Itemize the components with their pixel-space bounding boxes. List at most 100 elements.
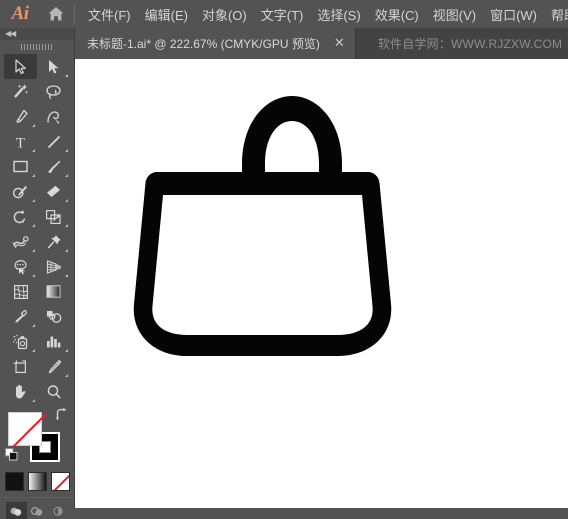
tool-direct-selection[interactable]: [37, 54, 70, 79]
home-icon[interactable]: [40, 0, 72, 28]
width-warp-icon: [12, 235, 29, 248]
eraser-icon: [47, 185, 60, 197]
artboard-icon: [13, 359, 26, 373]
tool-expand-corner-icon: [32, 149, 35, 152]
draw-mode-inside[interactable]: [48, 502, 69, 519]
menu-object[interactable]: 对象(O): [195, 1, 254, 28]
blend-icon: [46, 311, 61, 323]
tool-symbol-sprayer[interactable]: [4, 329, 37, 354]
type-icon: T: [16, 135, 25, 150]
tool-gradient[interactable]: [37, 279, 70, 304]
color-mode-color[interactable]: [4, 472, 24, 491]
tool-line[interactable]: [37, 129, 70, 154]
fill-none-slash-icon: [13, 413, 47, 447]
lasso-icon: [46, 84, 61, 99]
document-tab-bar: 未标题-1.ai* @ 222.67% (CMYK/GPU 预览) ✕ 软件自学…: [75, 28, 568, 59]
rotate-icon: [13, 209, 26, 223]
menu-bar: Ai 文件(F) 编辑(E) 对象(O) 文字(T) 选择(S) 效果(C) 视…: [0, 0, 568, 28]
tool-rotate[interactable]: [4, 204, 37, 229]
tool-expand-corner-icon: [65, 349, 68, 352]
tool-shaper[interactable]: [4, 179, 37, 204]
tool-expand-corner-icon: [65, 374, 68, 377]
panel-collapse-bar[interactable]: ◀◀: [0, 28, 74, 40]
illustrator-logo: Ai: [11, 3, 29, 24]
menu-select[interactable]: 选择(S): [310, 1, 367, 28]
tool-blend[interactable]: [37, 304, 70, 329]
tool-expand-corner-icon: [32, 174, 35, 177]
magic-wand-icon: [14, 84, 28, 98]
menu-edit[interactable]: 编辑(E): [138, 1, 195, 28]
tool-expand-corner-icon: [32, 199, 35, 202]
tool-lasso[interactable]: [37, 79, 70, 104]
draw-behind-icon: [30, 506, 43, 516]
mesh-icon: [13, 284, 28, 299]
tool-zoom[interactable]: [37, 379, 70, 404]
artboard-canvas[interactable]: [75, 59, 568, 508]
menu-file[interactable]: 文件(F): [81, 1, 138, 28]
tool-expand-corner-icon: [32, 124, 35, 127]
document-tab[interactable]: 未标题-1.ai* @ 222.67% (CMYK/GPU 预览) ✕: [75, 28, 356, 59]
rectangle-icon: [13, 160, 28, 173]
tool-magic-wand[interactable]: [4, 79, 37, 104]
tool-eyedropper[interactable]: [4, 304, 37, 329]
default-fill-stroke-icon[interactable]: [5, 448, 18, 461]
tool-type[interactable]: T: [4, 129, 37, 154]
tool-expand-corner-icon: [65, 199, 68, 202]
menu-window[interactable]: 窗口(W): [483, 1, 544, 28]
tool-curvature[interactable]: [37, 104, 70, 129]
tool-selection[interactable]: [4, 54, 37, 79]
menu-item-list: 文件(F) 编辑(E) 对象(O) 文字(T) 选择(S) 效果(C) 视图(V…: [81, 1, 568, 28]
column-graph-icon: [47, 336, 61, 348]
tool-hand[interactable]: [4, 379, 37, 404]
tool-grid: T: [0, 54, 74, 404]
draw-mode-behind[interactable]: [27, 502, 48, 519]
tool-expand-corner-icon: [65, 249, 68, 252]
scale-icon: [46, 209, 61, 224]
tool-expand-corner-icon: [32, 399, 35, 402]
draw-mode-row: [0, 497, 74, 519]
close-icon[interactable]: ✕: [334, 37, 345, 50]
tool-expand-corner-icon: [32, 274, 35, 277]
tool-artboard[interactable]: [4, 354, 37, 379]
pen-icon: [15, 109, 28, 123]
grip-dots-icon: [21, 44, 53, 50]
color-controls: [0, 408, 74, 470]
menu-type[interactable]: 文字(T): [254, 1, 311, 28]
handbag-artwork: [133, 96, 392, 356]
tool-column-graph[interactable]: [37, 329, 70, 354]
tool-shape-builder[interactable]: [4, 254, 37, 279]
menu-help[interactable]: 帮助(H: [544, 1, 568, 28]
draw-inside-icon: [53, 506, 63, 516]
handbag-handle: [242, 96, 342, 177]
tool-expand-corner-icon: [32, 249, 35, 252]
shaper-pencil-icon: [12, 185, 27, 198]
arrow-cursor-icon: [14, 58, 26, 74]
collapse-arrows-icon[interactable]: ◀◀: [5, 30, 16, 38]
tools-panel: ◀◀ T: [0, 28, 75, 519]
menu-effect[interactable]: 效果(C): [368, 1, 426, 28]
eyedropper-icon: [14, 309, 27, 323]
color-mode-gradient[interactable]: [27, 472, 47, 491]
tool-expand-corner-icon: [32, 349, 35, 352]
draw-mode-normal[interactable]: [5, 502, 27, 519]
tool-pen[interactable]: [4, 104, 37, 129]
tool-perspective-grid[interactable]: [37, 254, 70, 279]
menu-divider: [74, 4, 75, 24]
direct-select-icon: [49, 59, 59, 73]
handbag-body: [133, 172, 392, 356]
color-mode-none[interactable]: [50, 472, 70, 491]
swap-fill-stroke-icon[interactable]: [54, 408, 68, 422]
menu-view[interactable]: 视图(V): [426, 1, 483, 28]
tool-rectangle[interactable]: [4, 154, 37, 179]
perspective-grid-icon: [46, 259, 61, 274]
tool-free-transform[interactable]: [37, 229, 70, 254]
panel-drag-handle[interactable]: [0, 40, 74, 54]
tool-width[interactable]: [4, 229, 37, 254]
tool-scale[interactable]: [37, 204, 70, 229]
tool-mesh[interactable]: [4, 279, 37, 304]
tool-eraser[interactable]: [37, 179, 70, 204]
fill-swatch[interactable]: [8, 412, 47, 447]
tool-slice[interactable]: [37, 354, 70, 379]
tool-paintbrush[interactable]: [37, 154, 70, 179]
tool-expand-corner-icon: [65, 174, 68, 177]
